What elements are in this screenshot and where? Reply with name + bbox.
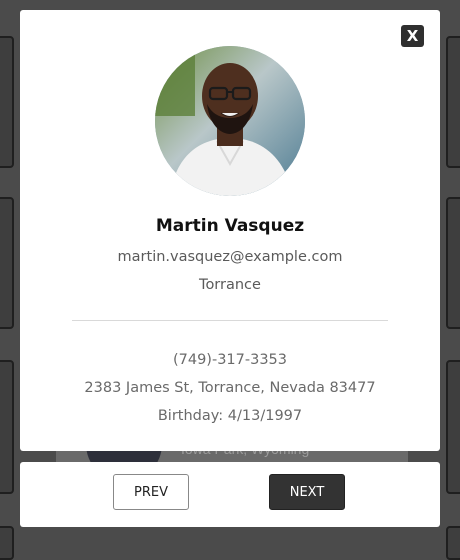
user-city: Torrance — [199, 277, 261, 293]
background-card — [0, 197, 14, 329]
next-button[interactable]: NEXT — [269, 474, 345, 510]
user-birthday: Birthday: 4/13/1997 — [157, 408, 303, 424]
user-email: martin.vasquez@example.com — [117, 249, 343, 265]
user-address: 2383 James St, Torrance, Nevada 83477 — [84, 380, 376, 396]
avatar-photo — [155, 46, 305, 196]
user-name: Martin Vasquez — [155, 216, 305, 236]
background-card — [446, 360, 460, 494]
background-card — [0, 36, 14, 168]
user-detail-modal: X Martin Vasquez martin.vasquez@example.… — [20, 10, 440, 451]
background-card — [446, 197, 460, 329]
modal-navigation: PREV NEXT — [20, 462, 440, 527]
background-card — [0, 526, 14, 560]
prev-button[interactable]: PREV — [113, 474, 189, 510]
user-phone: (749)-317-3353 — [172, 352, 288, 368]
divider — [72, 320, 388, 321]
background-card — [446, 36, 460, 168]
close-button[interactable]: X — [401, 25, 424, 47]
background-card — [0, 360, 14, 494]
close-icon: X — [406, 27, 419, 45]
avatar — [155, 46, 305, 196]
background-card — [446, 526, 460, 560]
